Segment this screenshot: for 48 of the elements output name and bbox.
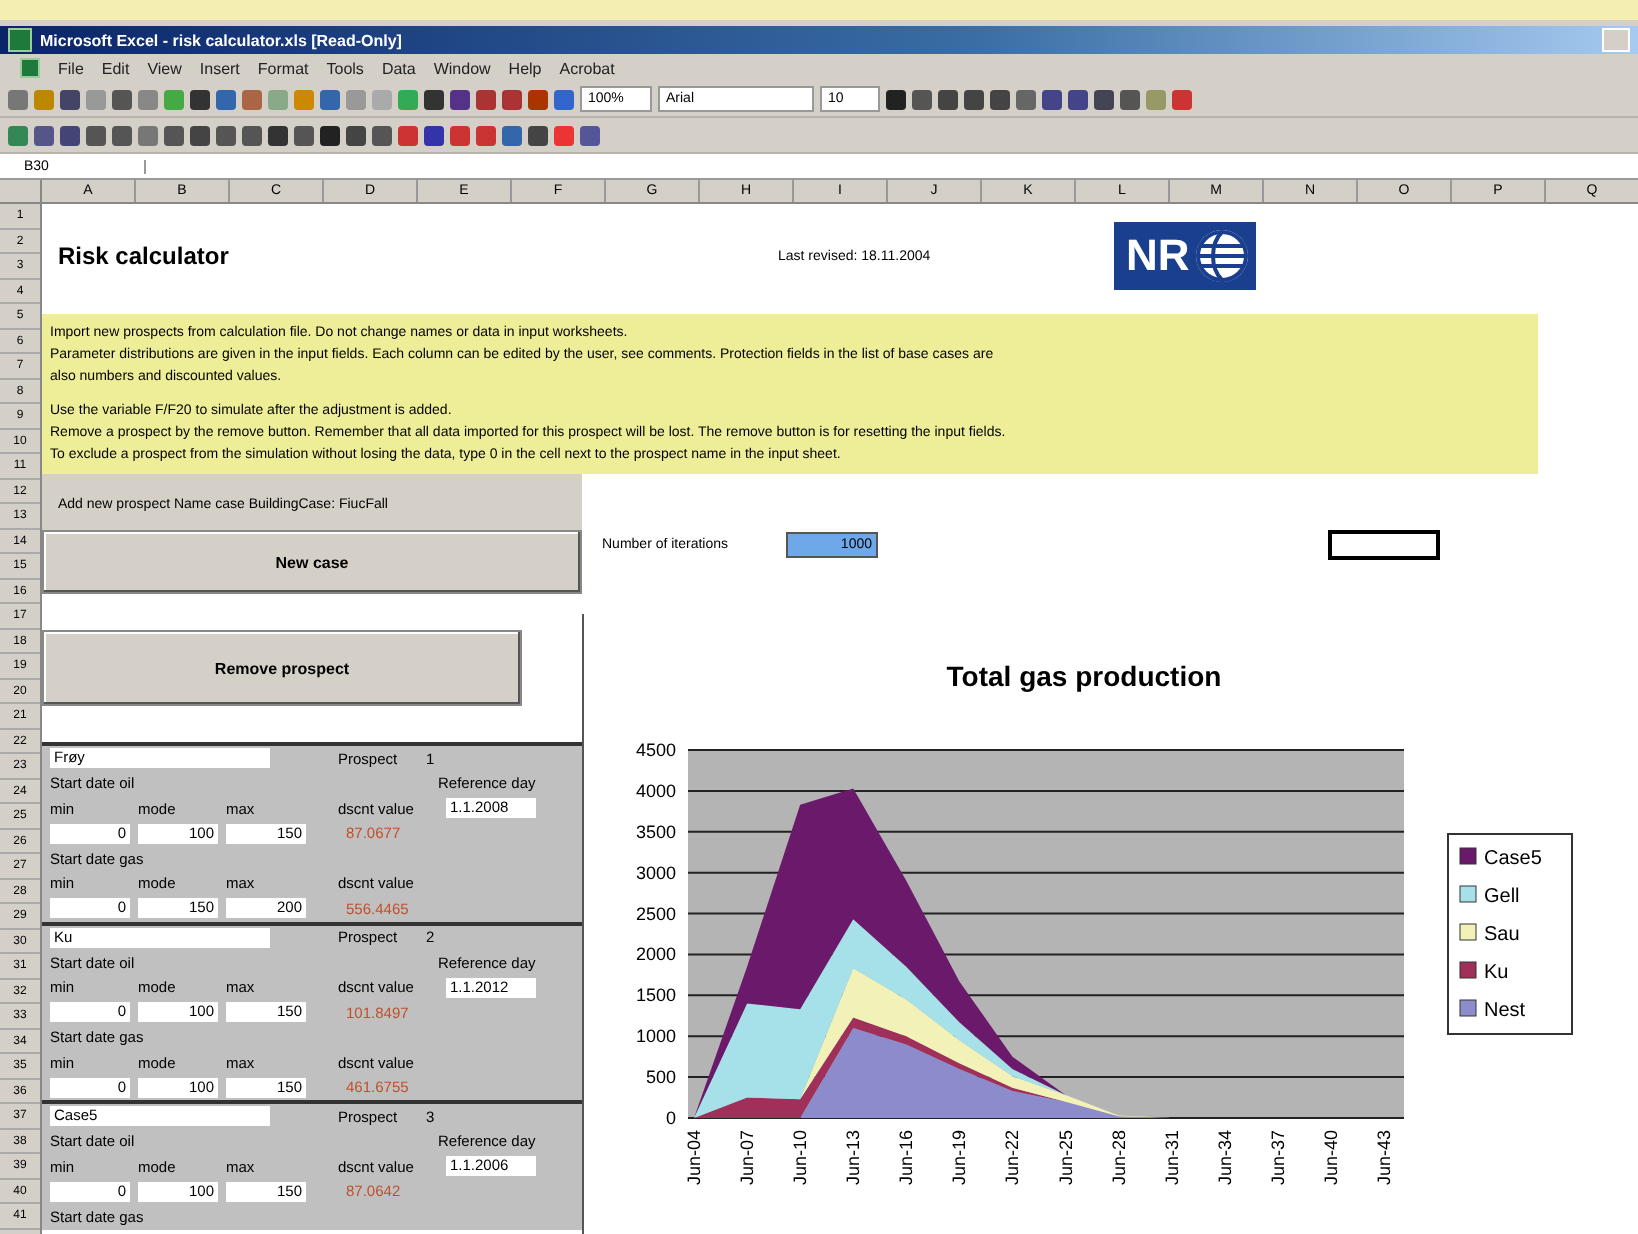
- x-tick-label: Jun-37: [1267, 1130, 1288, 1186]
- legend-label: Sau: [1484, 924, 1520, 946]
- sheet-icon: [20, 58, 40, 78]
- y-tick-label: 2500: [635, 903, 676, 924]
- chart-title: Total gas production: [946, 660, 1222, 692]
- menu-item[interactable]: Tools: [326, 59, 364, 77]
- excel-icon: [8, 28, 32, 52]
- menu-item[interactable]: Window: [433, 59, 491, 77]
- legend-label: Gell: [1484, 886, 1520, 908]
- y-tick-label: 3500: [635, 821, 676, 842]
- legend-label: Case5: [1484, 848, 1543, 870]
- menu-item[interactable]: View: [147, 59, 182, 77]
- menu-item[interactable]: Format: [257, 59, 309, 77]
- menu-item[interactable]: Edit: [101, 59, 130, 77]
- y-tick-label: 2000: [635, 944, 676, 965]
- y-tick-label: 3000: [635, 862, 676, 883]
- y-tick-label: 0: [665, 1108, 676, 1128]
- y-tick-label: 4500: [635, 740, 676, 760]
- x-tick-label: Jun-13: [843, 1130, 864, 1186]
- x-tick-label: Jun-43: [1374, 1130, 1394, 1186]
- x-tick-label: Jun-28: [1108, 1130, 1129, 1186]
- y-tick-label: 1000: [635, 1026, 676, 1047]
- x-tick-label: Jun-10: [790, 1130, 811, 1186]
- remove-prospect-button[interactable]: Remove prospect: [42, 630, 522, 706]
- y-tick-label: 500: [645, 1067, 676, 1088]
- menu-item[interactable]: File: [58, 59, 84, 77]
- x-tick-label: Jun-22: [1002, 1130, 1023, 1186]
- menu-item[interactable]: Insert: [199, 59, 240, 77]
- menu-item[interactable]: Data: [381, 59, 416, 77]
- x-tick-label: Jun-34: [1214, 1130, 1235, 1186]
- x-tick-label: Jun-25: [1055, 1130, 1076, 1186]
- legend-label: Nest: [1484, 1000, 1526, 1022]
- legend-label: Ku: [1484, 962, 1509, 984]
- y-tick-label: 1500: [635, 985, 676, 1006]
- selected-cell[interactable]: [1328, 529, 1440, 559]
- x-tick-label: Jun-31: [1161, 1130, 1182, 1186]
- menu-item[interactable]: Help: [508, 59, 542, 77]
- y-tick-label: 4000: [635, 780, 676, 801]
- x-tick-label: Jun-04: [684, 1130, 704, 1186]
- nr-logo: NR: [1114, 222, 1256, 290]
- new-case-button[interactable]: New case: [42, 530, 582, 594]
- window-title: Microsoft Excel - risk calculator.xls [Read-Only]: [40, 31, 404, 49]
- menu-item[interactable]: Acrobat: [559, 59, 615, 77]
- x-tick-label: Jun-07: [737, 1130, 758, 1186]
- x-tick-label: Jun-16: [896, 1130, 917, 1186]
- x-tick-label: Jun-40: [1320, 1130, 1341, 1186]
- sheet-title: Risk calculator: [58, 242, 231, 270]
- x-tick-label: Jun-19: [949, 1130, 970, 1186]
